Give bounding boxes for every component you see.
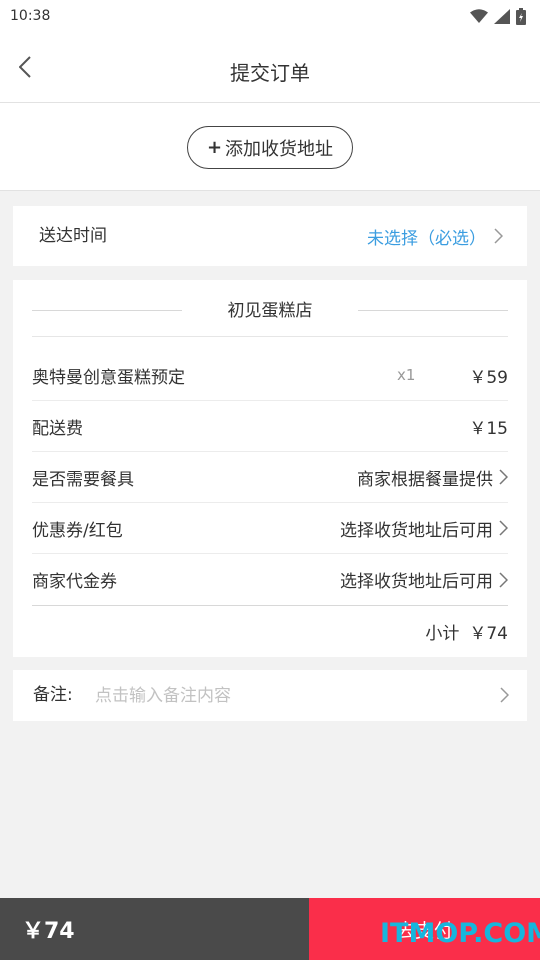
tableware-value: 商家根据餐量提供 — [357, 469, 493, 490]
chevron-right-icon — [500, 687, 509, 703]
coupon-label: 优惠券/红包 — [32, 520, 123, 541]
page-title: 提交订单 — [230, 61, 310, 85]
divider — [358, 310, 508, 311]
item-name: 奥特曼创意蛋糕预定 — [32, 367, 185, 388]
tableware-label: 是否需要餐具 — [32, 469, 134, 490]
status-bar: 10:38 — [0, 0, 540, 32]
delivery-fee-value: ￥15 — [469, 418, 508, 439]
coupon-value: 选择收货地址后可用 — [340, 520, 493, 541]
remark-label: 备注: — [33, 685, 73, 705]
signal-icon — [494, 8, 510, 24]
subtotal: 小计 ￥74 — [32, 605, 508, 657]
shop-header: 初见蛋糕店 — [32, 280, 508, 337]
voucher-label: 商家代金券 — [32, 572, 117, 592]
item-price: ￥59 — [469, 367, 508, 388]
delivery-time-card: 送达时间 未选择（必选） — [13, 206, 527, 266]
coupon-row[interactable]: 优惠券/红包 选择收货地址后可用 — [32, 503, 508, 554]
order-card: 初见蛋糕店 奥特曼创意蛋糕预定 x1 ￥59 配送费 ￥15 是否需要餐具 商家… — [13, 280, 527, 657]
watermark: ITMOP.COM — [380, 918, 540, 949]
nav-bar: 提交订单 — [0, 32, 540, 103]
delivery-time-label: 送达时间 — [39, 226, 107, 246]
voucher-value: 选择收货地址后可用 — [340, 572, 493, 592]
shop-name: 初见蛋糕店 — [227, 301, 313, 321]
order-total: ￥74 — [0, 898, 309, 960]
back-arrow-icon — [19, 56, 31, 78]
subtotal-label: 小计 — [425, 624, 460, 644]
delivery-time-selector[interactable]: 未选择（必选） — [367, 206, 503, 266]
remark-input[interactable] — [95, 681, 475, 711]
wifi-icon — [470, 9, 488, 23]
add-address-label: 添加收货地址 — [225, 138, 334, 160]
chevron-right-icon — [494, 228, 503, 244]
plus-icon: + — [206, 137, 223, 158]
voucher-row[interactable]: 商家代金券 选择收货地址后可用 — [32, 554, 508, 605]
order-item-row: 奥特曼创意蛋糕预定 x1 ￥59 — [32, 350, 508, 401]
tableware-row[interactable]: 是否需要餐具 商家根据餐量提供 — [32, 452, 508, 503]
add-address-button[interactable]: + 添加收货地址 — [187, 126, 353, 169]
status-time: 10:38 — [10, 8, 51, 24]
chevron-right-icon — [499, 571, 508, 588]
item-quantity: x1 — [396, 366, 416, 384]
delivery-time-value: 未选择（必选） — [367, 228, 486, 249]
chevron-right-icon — [499, 520, 508, 536]
address-section: + 添加收货地址 — [0, 103, 540, 191]
delivery-fee-row: 配送费 ￥15 — [32, 401, 508, 452]
subtotal-value: ￥74 — [469, 624, 508, 644]
status-icons — [470, 7, 526, 25]
chevron-right-icon — [499, 469, 508, 485]
remark-card: 备注: — [13, 670, 527, 721]
battery-icon — [516, 7, 526, 25]
back-button[interactable] — [10, 52, 40, 82]
delivery-fee-label: 配送费 — [32, 418, 83, 439]
